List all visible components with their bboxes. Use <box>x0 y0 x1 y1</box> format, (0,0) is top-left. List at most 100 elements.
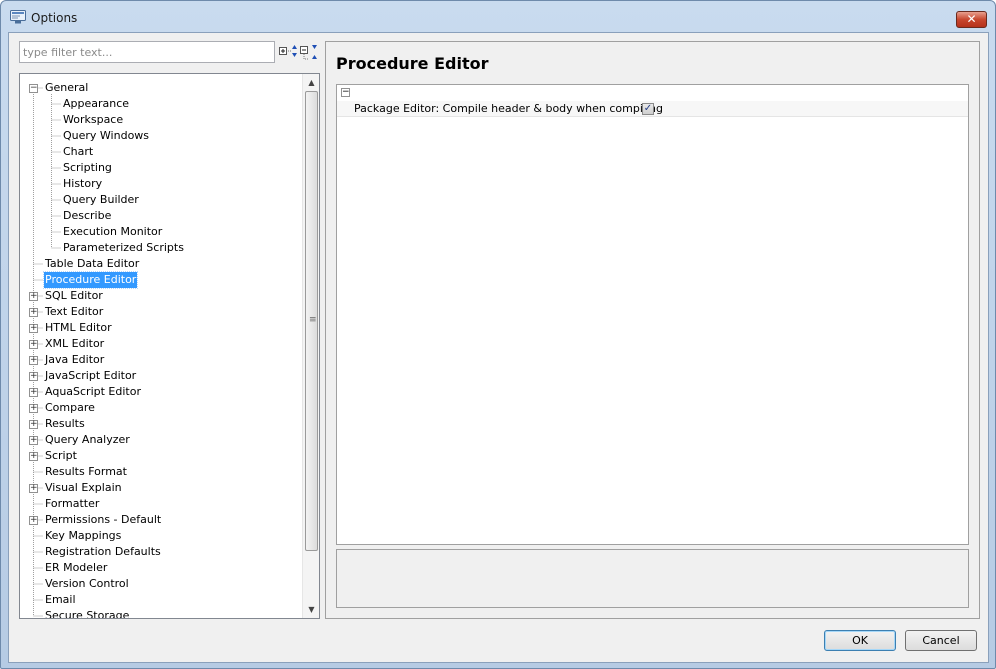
tree-item-label: HTML Editor <box>45 321 112 334</box>
options-tree[interactable]: − General Appearance Workspace Query Windows… <box>19 73 320 619</box>
expand-node-icon[interactable]: + <box>29 324 38 333</box>
tree-item-label: Text Editor <box>45 305 104 318</box>
tree-item-label: Email <box>45 593 76 606</box>
expand-node-icon[interactable]: + <box>29 420 38 429</box>
tree-item-label: Query Builder <box>63 193 139 206</box>
expand-node-icon[interactable]: + <box>29 404 38 413</box>
tree-item-label: Key Mappings <box>45 529 122 542</box>
tree-item[interactable]: Formatter <box>20 496 302 512</box>
tree-item[interactable]: + Compare <box>20 400 302 416</box>
tree-item[interactable]: + Java Editor <box>20 352 302 368</box>
tree-item[interactable]: + HTML Editor <box>20 320 302 336</box>
tree-item[interactable]: Procedure Editor <box>20 271 302 289</box>
tree-item[interactable]: Describe <box>20 208 302 224</box>
close-icon: ✕ <box>966 12 977 26</box>
tree-item[interactable]: ER Modeler <box>20 560 302 576</box>
tree-item-label: ER Modeler <box>45 561 108 574</box>
tree-item[interactable]: Workspace <box>20 112 302 128</box>
tree-item-label: Chart <box>63 145 94 158</box>
filter-input[interactable] <box>19 41 275 63</box>
tree-item-label: XML Editor <box>45 337 105 350</box>
expand-all-button[interactable] <box>279 43 297 61</box>
tree-item-label: Compare <box>45 401 95 414</box>
tree-item-label: Formatter <box>45 497 100 510</box>
tree-item-label: Permissions - Default <box>45 513 162 526</box>
tree-item[interactable]: Chart <box>20 144 302 160</box>
tree-item[interactable]: + Script <box>20 448 302 464</box>
expand-all-icon <box>279 45 297 64</box>
property-row[interactable]: Package Editor: Compile header & body wh… <box>337 101 968 117</box>
tree-item-label: Query Analyzer <box>45 433 130 446</box>
tree-item-label: Scripting <box>63 161 112 174</box>
close-button[interactable]: ✕ <box>956 11 987 28</box>
collapse-all-icon <box>300 45 318 64</box>
tree-item[interactable]: Query Builder <box>20 192 302 208</box>
page-title: Procedure Editor <box>336 54 489 73</box>
tree-item-label: Describe <box>63 209 112 222</box>
tree-item[interactable]: Appearance <box>20 96 302 112</box>
tree-item-label: Appearance <box>63 97 130 110</box>
tree-item-label: History <box>63 177 103 190</box>
tree-items: − General Appearance Workspace Query Windows… <box>20 74 302 618</box>
tree-item[interactable]: Table Data Editor <box>20 256 302 272</box>
tree-item[interactable]: Key Mappings <box>20 528 302 544</box>
tree-item[interactable]: Email <box>20 592 302 608</box>
tree-item-label: Results <box>45 417 85 430</box>
expand-node-icon[interactable]: + <box>29 452 38 461</box>
scroll-up-arrow-icon[interactable]: ▲ <box>303 74 319 91</box>
tree-item[interactable]: Version Control <box>20 576 302 592</box>
settings-page: Procedure Editor − Package Editor: Compi… <box>325 41 980 619</box>
dialog-body: −GeneralAppearance WorkspaceQuery Windows… <box>8 32 989 663</box>
tree-item[interactable]: − General <box>20 80 302 96</box>
tree-item[interactable]: Registration Defaults <box>20 544 302 560</box>
collapse-all-button[interactable] <box>300 43 318 61</box>
tree-item[interactable]: + JavaScript Editor <box>20 368 302 384</box>
grip-icon: ≡ <box>309 315 317 325</box>
tree-item[interactable]: + Query Analyzer <box>20 432 302 448</box>
title-bar[interactable]: Options ✕ <box>1 1 995 33</box>
property-label: Package Editor: Compile header & body wh… <box>354 102 663 115</box>
cancel-button[interactable]: Cancel <box>905 630 977 651</box>
tree-item[interactable]: + Results <box>20 416 302 432</box>
description-panel <box>336 549 969 608</box>
tree-item[interactable]: + Permissions - Default <box>20 512 302 528</box>
expand-node-icon[interactable]: + <box>29 436 38 445</box>
tree-item-label: Registration Defaults <box>45 545 161 558</box>
scroll-down-arrow-icon[interactable]: ▼ <box>303 601 319 618</box>
expand-node-icon[interactable]: + <box>29 484 38 493</box>
scroll-thumb[interactable]: ≡ <box>305 91 318 551</box>
tree-item-label: Procedure Editor <box>42 271 139 289</box>
tree-item-label: Execution Monitor <box>63 225 163 238</box>
compile-header-body-checkbox[interactable]: ✓ <box>642 103 654 115</box>
tree-item-label: Java Editor <box>45 353 105 366</box>
ok-button[interactable]: OK <box>824 630 896 651</box>
expand-node-icon[interactable]: + <box>29 388 38 397</box>
collapse-node-icon[interactable]: − <box>29 84 38 93</box>
tree-item[interactable]: Results Format <box>20 464 302 480</box>
tree-item[interactable]: Query Windows <box>20 128 302 144</box>
tree-scrollbar[interactable]: ▲ ≡ ▼ <box>302 74 319 618</box>
tree-item[interactable]: Parameterized Scripts <box>20 240 302 256</box>
collapse-section-icon[interactable]: − <box>341 88 350 97</box>
tree-item[interactable]: Secure Storage <box>20 608 302 618</box>
tree-item[interactable]: Execution Monitor <box>20 224 302 240</box>
tree-item-label: Query Windows <box>63 129 150 142</box>
tree-item-label: JavaScript Editor <box>45 369 137 382</box>
tree-item[interactable]: + XML Editor <box>20 336 302 352</box>
expand-node-icon[interactable]: + <box>29 516 38 525</box>
expand-node-icon[interactable]: + <box>29 356 38 365</box>
tree-item[interactable]: Scripting <box>20 160 302 176</box>
tree-item[interactable]: + AquaScript Editor <box>20 384 302 400</box>
tree-item[interactable]: + Text Editor <box>20 304 302 320</box>
tree-item-label: SQL Editor <box>45 289 103 302</box>
options-dialog: Options ✕ type filter text... − General … <box>0 0 996 669</box>
expand-node-icon[interactable]: + <box>29 340 38 349</box>
tree-item[interactable]: + Visual Explain <box>20 480 302 496</box>
tree-item[interactable]: + SQL Editor <box>20 288 302 304</box>
expand-node-icon[interactable]: + <box>29 292 38 301</box>
tree-item-label: Results Format <box>45 465 127 478</box>
tree-item-label: Script <box>45 449 77 462</box>
tree-item[interactable]: History <box>20 176 302 192</box>
expand-node-icon[interactable]: + <box>29 308 38 317</box>
expand-node-icon[interactable]: + <box>29 372 38 381</box>
